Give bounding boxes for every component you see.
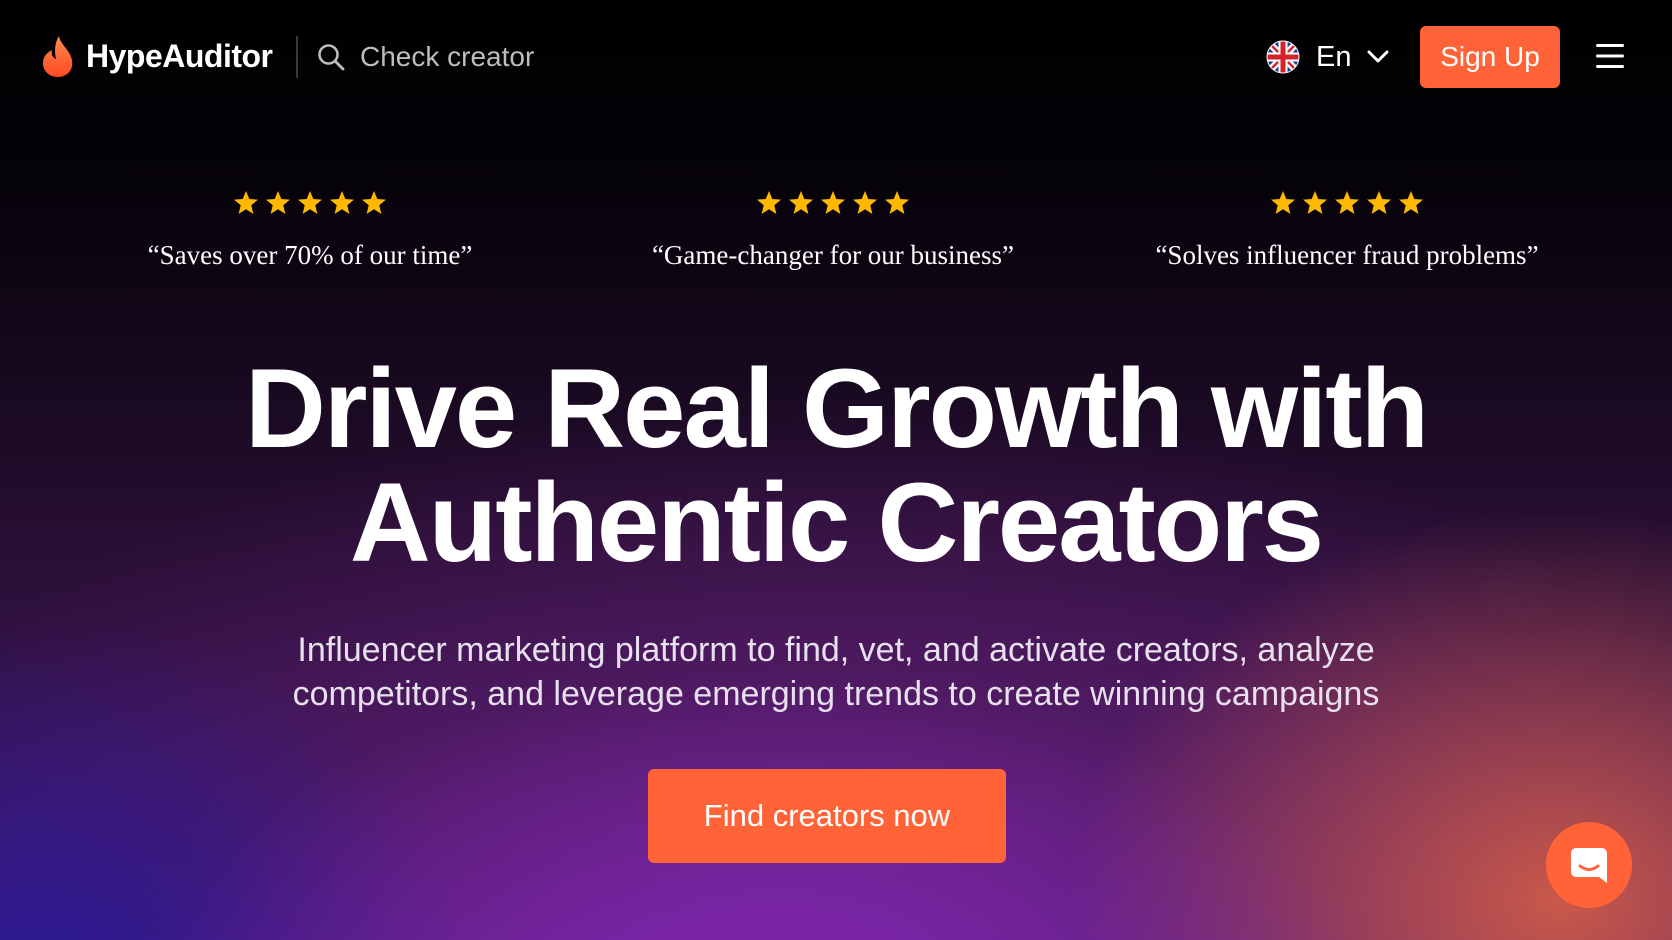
testimonial-3: “Solves influencer fraud problems” [1127, 190, 1567, 271]
star-icon [362, 191, 386, 214]
uk-flag-icon [1266, 40, 1300, 74]
testimonial-quote: “Game-changer for our business” [651, 240, 1015, 270]
star-icon [330, 191, 354, 214]
hero-subheadline: Influencer marketing platform to find, v… [0, 628, 1672, 716]
language-selector[interactable]: En [1266, 38, 1389, 76]
menu-button[interactable] [1594, 40, 1626, 72]
search-input[interactable] [360, 41, 600, 73]
testimonial-2: “Game-changer for our business” [633, 190, 1033, 271]
creator-search[interactable] [316, 36, 616, 78]
sign-up-button[interactable]: Sign Up [1420, 26, 1560, 88]
home-logo-link[interactable]: HypeAuditor [40, 34, 273, 78]
star-icon [234, 191, 258, 214]
star-icon [1303, 191, 1327, 214]
hero-headline-line-2: Authentic Creators [349, 460, 1324, 585]
star-rating [633, 190, 1033, 218]
chevron-down-icon [1367, 50, 1389, 63]
star-icon [1271, 191, 1295, 214]
star-rating [110, 190, 510, 218]
star-icon [821, 191, 845, 214]
language-label: En [1316, 40, 1352, 73]
chat-widget-button[interactable] [1546, 822, 1632, 908]
top-navigation: HypeAuditor Check creator En Sign Up [0, 0, 1672, 114]
star-icon [1335, 191, 1359, 214]
star-icon [298, 191, 322, 214]
find-creators-button[interactable]: Find creators now [648, 769, 1006, 863]
hero-subheadline-line-1: Influencer marketing platform to find, v… [297, 631, 1375, 669]
star-icon [757, 191, 781, 214]
testimonial-quote: “Saves over 70% of our time” [147, 240, 473, 270]
star-icon [853, 191, 877, 214]
search-icon [318, 44, 345, 71]
star-icon [789, 191, 813, 214]
star-icon [266, 191, 290, 214]
flame-icon [43, 36, 73, 77]
star-rating [1127, 190, 1567, 218]
header-divider [296, 36, 298, 78]
landing-page: HypeAuditor Check creator En Sign Up “Sa… [0, 0, 1672, 940]
logo-wordmark: HypeAuditor [86, 37, 273, 74]
star-icon [1367, 191, 1391, 214]
star-icon [1399, 191, 1423, 214]
chat-bubble-icon [1571, 848, 1607, 883]
testimonial-quote: “Solves influencer fraud problems” [1155, 240, 1539, 270]
star-icon [885, 191, 909, 214]
hamburger-menu-icon [1596, 44, 1624, 68]
testimonial-1: “Saves over 70% of our time” [110, 190, 510, 271]
hero-headline-line-1: Drive Real Growth with [245, 346, 1429, 471]
hero-subheadline-line-2: competitors, and leverage emerging trend… [292, 675, 1380, 713]
hero-headline: Drive Real Growth with Authentic Creator… [0, 352, 1672, 580]
